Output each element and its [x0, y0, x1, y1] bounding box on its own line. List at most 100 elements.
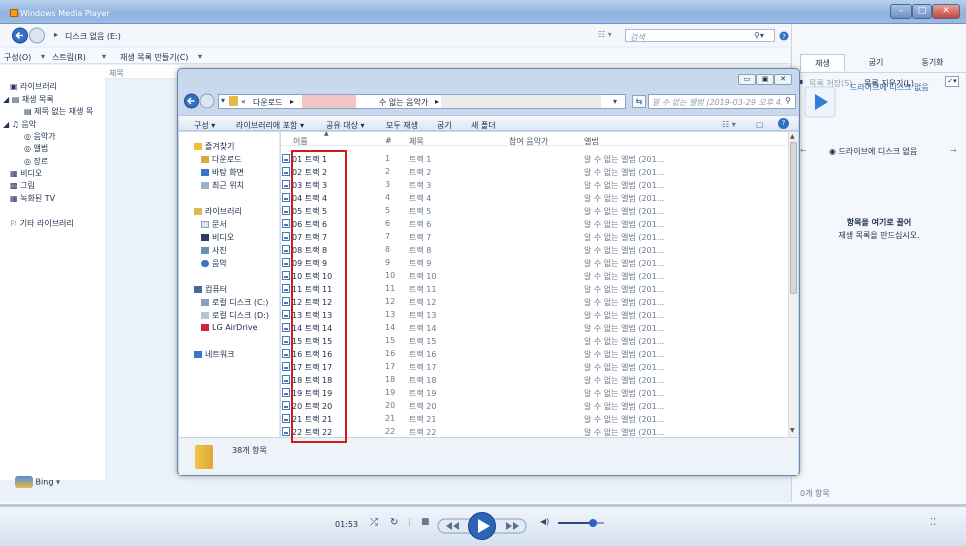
- repeat-icon[interactable]: ↻: [390, 517, 398, 528]
- column-title-header[interactable]: 제목: [109, 68, 124, 79]
- view-options-icon[interactable]: ☷ ▾: [598, 30, 612, 39]
- file-row[interactable]: 19 트랙 19 19 트랙 19 알 수 없는 앨범 (201...: [281, 386, 781, 399]
- tab-play[interactable]: 재생: [800, 54, 845, 71]
- nav-downloads[interactable]: 다운로드: [201, 154, 241, 165]
- cd-play-icon[interactable]: [804, 86, 836, 118]
- wmp-search-input[interactable]: 검색 ⚲▾: [625, 29, 775, 42]
- maximize-button[interactable]: □: [912, 4, 932, 19]
- close-button[interactable]: ✕: [932, 4, 960, 19]
- switch-to-now-playing-icon[interactable]: ⁚⁚: [930, 517, 936, 528]
- help-icon[interactable]: ?: [779, 31, 789, 41]
- explorer-address-bar[interactable]: ▾ « 다운로드 ▸ 수 없는 음악가 ▸ ▾: [218, 94, 626, 109]
- tab-sync[interactable]: 동기화: [905, 54, 960, 71]
- explorer-close-button[interactable]: ✕: [774, 74, 792, 85]
- scroll-up-arrow[interactable]: ▲: [790, 133, 795, 140]
- refresh-icon[interactable]: ⇆: [632, 95, 646, 108]
- tree-library[interactable]: ▣ 라이브러리: [10, 81, 57, 92]
- breadcrumb[interactable]: 디스크 없음 (E:): [65, 31, 121, 42]
- file-row[interactable]: 12 트랙 12 12 트랙 12 알 수 없는 앨범 (201...: [281, 295, 781, 308]
- file-row[interactable]: 21 트랙 21 21 트랙 21 알 수 없는 앨범 (201...: [281, 412, 781, 425]
- explorer-minimize-button[interactable]: ▭: [738, 74, 756, 85]
- menu-create-playlist[interactable]: 재생 목록 만들기(C): [120, 52, 188, 63]
- nav-favorites[interactable]: 즐겨찾기: [194, 141, 234, 152]
- file-row[interactable]: 03 트랙 3 3 트랙 3알 수 없는 앨범 (201...: [281, 178, 781, 191]
- tree-video[interactable]: ▦ 비디오: [10, 168, 42, 179]
- back-forward-icon[interactable]: [12, 27, 46, 44]
- nav-libraries[interactable]: 라이브러리: [194, 206, 242, 217]
- nav-documents[interactable]: 문서: [201, 219, 227, 230]
- change-view-icon[interactable]: ☷ ▾: [722, 120, 736, 129]
- tree-album[interactable]: ◎ 앨범: [24, 143, 48, 154]
- nav-pictures[interactable]: 사진: [201, 245, 227, 256]
- toolbar-organize[interactable]: 구성 ▾: [194, 120, 215, 131]
- explorer-search-icon[interactable]: ⚲: [785, 96, 791, 105]
- file-row[interactable]: 05 트랙 5 5 트랙 5알 수 없는 앨범 (201...: [281, 204, 781, 217]
- nav-desktop[interactable]: 바탕 화면: [201, 167, 244, 178]
- tree-artist[interactable]: ◎ 음악가: [24, 131, 56, 142]
- path-artist[interactable]: 수 없는 음악가: [379, 97, 428, 108]
- tree-untitled-playlist[interactable]: ▤ 제목 없는 재생 목: [24, 106, 93, 117]
- volume-slider[interactable]: [558, 519, 604, 527]
- toolbar-play-all[interactable]: 모두 재생: [386, 120, 418, 131]
- nav-network[interactable]: 네트워크: [194, 349, 234, 360]
- file-row[interactable]: 17 트랙 17 17 트랙 17 알 수 없는 앨범 (201...: [281, 360, 781, 373]
- file-row[interactable]: 08 트랙 8 8 트랙 8알 수 없는 앨범 (201...: [281, 243, 781, 256]
- nav-recent[interactable]: 최근 위치: [201, 180, 244, 191]
- file-row[interactable]: 13 트랙 13 13 트랙 13 알 수 없는 앨범 (201...: [281, 308, 781, 321]
- file-row[interactable]: 01 트랙 1 1 트랙 1알 수 없는 앨범 (201...: [281, 152, 781, 165]
- minimize-button[interactable]: –: [890, 4, 912, 19]
- tree-recorded-tv[interactable]: ▦ 녹화된 TV: [10, 193, 55, 204]
- file-row[interactable]: 02 트랙 2 2 트랙 2알 수 없는 앨범 (201...: [281, 165, 781, 178]
- menu-organize[interactable]: 구성(O): [4, 52, 31, 63]
- path-downloads[interactable]: 다운로드: [253, 97, 282, 108]
- toolbar-burn[interactable]: 굽기: [437, 120, 452, 131]
- seek-bar[interactable]: [0, 504, 966, 507]
- file-row[interactable]: 09 트랙 9 9 트랙 9알 수 없는 앨범 (201...: [281, 256, 781, 269]
- file-row[interactable]: 11 트랙 11 11 트랙 11 알 수 없는 앨범 (201...: [281, 282, 781, 295]
- scroll-down-arrow[interactable]: ▼: [790, 427, 795, 434]
- tree-music[interactable]: ◢ ♫ 음악: [3, 119, 36, 130]
- toolbar-include-in-library[interactable]: 라이브러리에 포함 ▾: [236, 120, 304, 131]
- file-row[interactable]: 04 트랙 4 4 트랙 4알 수 없는 앨범 (201...: [281, 191, 781, 204]
- column-number[interactable]: #: [385, 136, 392, 145]
- toolbar-share-with[interactable]: 공유 대상 ▾: [326, 120, 365, 131]
- shuffle-icon[interactable]: ⤮: [370, 517, 378, 528]
- tree-genre[interactable]: ◎ 장르: [24, 156, 48, 167]
- bing-search[interactable]: Bing ▾: [15, 476, 60, 488]
- explorer-scrollbar[interactable]: ▲ ▼: [788, 132, 798, 437]
- volume-icon[interactable]: ◀): [540, 517, 549, 526]
- file-row[interactable]: 07 트랙 7 7 트랙 7알 수 없는 앨범 (201...: [281, 230, 781, 243]
- file-row[interactable]: 06 트랙 6 6 트랙 6알 수 없는 앨범 (201...: [281, 217, 781, 230]
- file-row[interactable]: 18 트랙 18 18 트랙 18 알 수 없는 앨범 (201...: [281, 373, 781, 386]
- file-row[interactable]: 16 트랙 16 16 트랙 16 알 수 없는 앨범 (201...: [281, 347, 781, 360]
- tree-other-libraries[interactable]: ⚐ 기타 라이브러리: [10, 218, 74, 229]
- toolbar-new-folder[interactable]: 새 폴더: [471, 120, 496, 131]
- search-icon[interactable]: ⚲▾: [754, 31, 764, 40]
- volume-thumb[interactable]: [588, 519, 597, 527]
- address-dropdown-arrow[interactable]: ▾: [221, 96, 225, 105]
- explorer-help-icon[interactable]: ?: [778, 118, 789, 129]
- nav-computer[interactable]: 컴퓨터: [194, 284, 227, 295]
- nav-videos[interactable]: 비디오: [201, 232, 234, 243]
- nav-music[interactable]: 음악: [201, 258, 227, 269]
- scroll-thumb[interactable]: [790, 142, 797, 294]
- file-row[interactable]: 10 트랙 10 10 트랙 10 알 수 없는 앨범 (201...: [281, 269, 781, 282]
- explorer-maximize-button[interactable]: ▣: [756, 74, 774, 85]
- file-row[interactable]: 20 트랙 20 20 트랙 20 알 수 없는 앨범 (201...: [281, 399, 781, 412]
- list-options-icon[interactable]: ✓▾: [945, 76, 959, 87]
- explorer-search-input[interactable]: 알 수 없는 앨범 (2019-03-29 오후 4... ⚲: [648, 94, 796, 109]
- menu-stream[interactable]: 스트림(R): [52, 52, 86, 63]
- nav-disk-d[interactable]: 로컬 디스크 (D:): [201, 310, 269, 321]
- preview-pane-icon[interactable]: ▢: [756, 120, 764, 129]
- tree-pictures[interactable]: ▩ 그림: [10, 180, 35, 191]
- stop-icon[interactable]: ■: [421, 517, 430, 527]
- nav-lg-airdrive[interactable]: LG AirDrive: [201, 323, 258, 332]
- list-forward-arrow[interactable]: →: [950, 146, 957, 155]
- file-row[interactable]: 14 트랙 14 14 트랙 14 알 수 없는 앨범 (201...: [281, 321, 781, 334]
- tab-burn[interactable]: 굽기: [850, 54, 902, 71]
- address-history-arrow[interactable]: ▾: [613, 97, 617, 106]
- file-row[interactable]: 15 트랙 15 15 트랙 15 알 수 없는 앨범 (201...: [281, 334, 781, 347]
- explorer-back-forward-icon[interactable]: [184, 93, 216, 109]
- tree-playlists[interactable]: ◢ ▤ 재생 목록: [3, 94, 54, 105]
- path-prefix[interactable]: «: [241, 97, 246, 106]
